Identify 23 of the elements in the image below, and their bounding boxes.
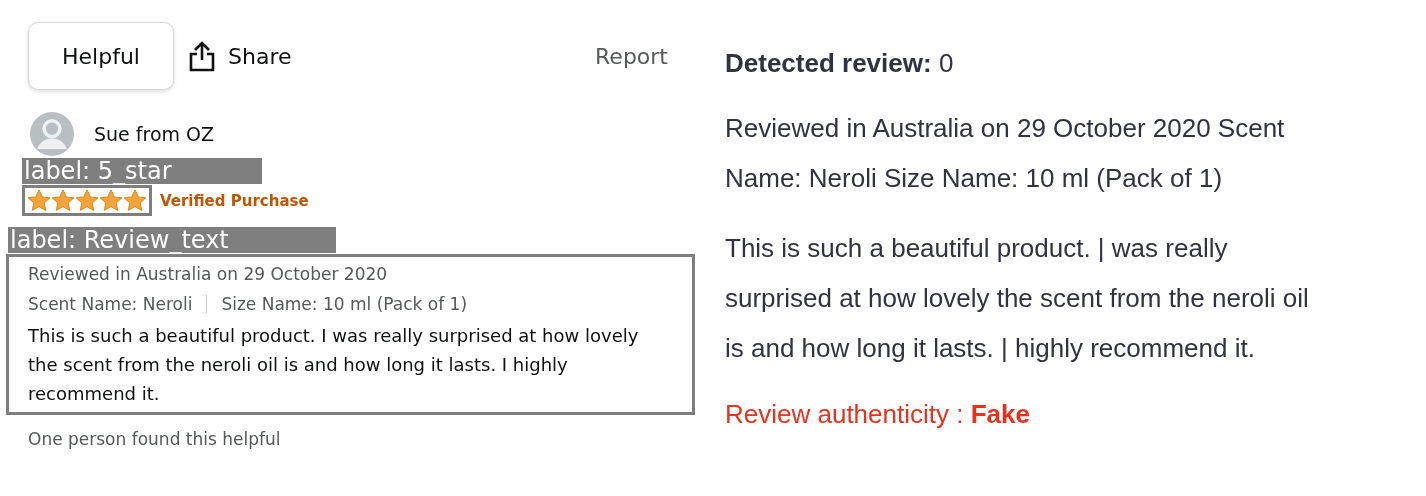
authenticity-result: Review authenticity : Fake	[725, 399, 1031, 430]
annotation-label: label: Review_text	[8, 227, 336, 253]
report-link[interactable]: Report	[595, 43, 668, 69]
share-button[interactable]: Share	[188, 40, 292, 72]
review-date: Reviewed in Australia on 29 October 2020	[28, 263, 389, 286]
star-icon	[123, 189, 147, 212]
annotation-label: label: 5_star	[22, 158, 262, 184]
reviewer-name: Sue from OZ	[94, 123, 215, 145]
star-icon	[75, 189, 99, 212]
product-attribute: Size Name: 10 ml (Pack of 1)	[221, 293, 468, 316]
detected-review: Detected review: 0	[725, 48, 955, 79]
product-attribute: Scent Name: Neroli	[28, 293, 193, 316]
helpful-count: One person found this helpful	[28, 429, 282, 449]
star-icon	[51, 189, 75, 212]
avatar-icon	[30, 112, 74, 156]
verified-purchase: Verified Purchase	[160, 191, 309, 210]
review-meta: Reviewed in Australia on 29 October 2020 Scent Name: Neroli Size Name: 10 ml (Pack of 1)	[725, 112, 1286, 195]
star-icon	[27, 189, 51, 212]
star-icon	[99, 189, 123, 212]
review-text: This is such a beautiful product. I was really surprised at how lovely the scent from the neroli oil is and how long it lasts. I highly recommend it.	[28, 324, 640, 406]
review-text: This is such a beautiful product. | was really surprised at how lovely the scent from the neroli oil is and how long it lasts. | highly recommend it.	[725, 232, 1310, 365]
share-icon	[188, 40, 216, 72]
helpful-button[interactable]: Helpful	[28, 22, 174, 90]
